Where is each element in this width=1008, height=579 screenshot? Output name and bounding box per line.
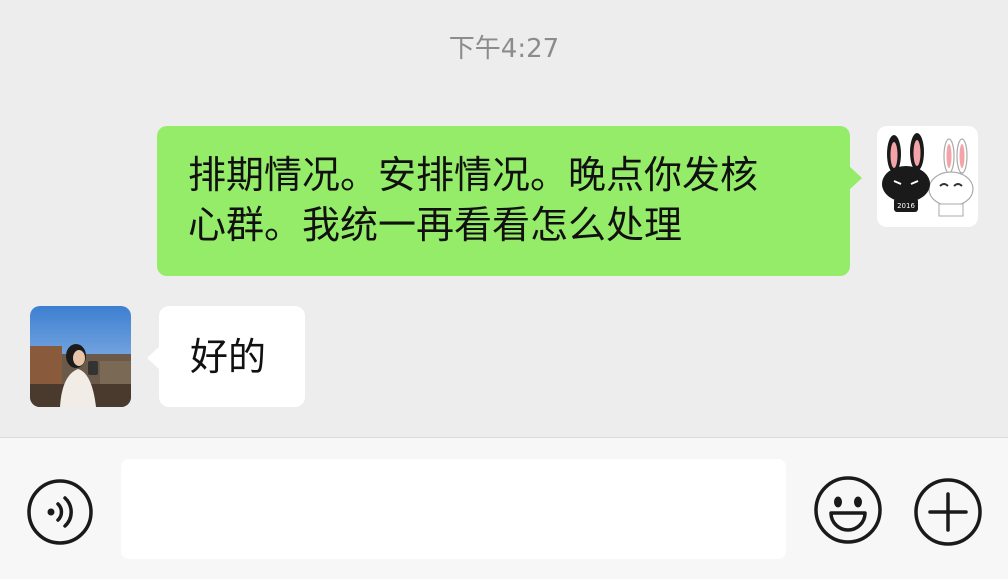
message-line: 好的 — [190, 335, 267, 379]
message-timestamp: 下午4:27 — [448, 34, 560, 64]
message-line: 心群。我统一再看看怎么处理 — [188, 203, 683, 247]
contact-photo-avatar-icon — [30, 306, 131, 407]
message-input-bar — [0, 437, 1008, 579]
smiley-face-icon — [814, 476, 882, 544]
emoji-button[interactable] — [813, 475, 883, 545]
chat-message-area: 下午4:27 排期情况。安排情况。晚点你发核 心群。我统一再看看怎么处理 201… — [0, 0, 1008, 437]
sticker-text: 2016 — [897, 202, 915, 210]
plus-circle-icon — [914, 478, 982, 546]
voice-input-button[interactable] — [26, 478, 94, 546]
message-line: 排期情况。安排情况。晚点你发核 — [188, 153, 759, 197]
voice-wave-icon — [27, 479, 93, 545]
contact-avatar[interactable] — [30, 306, 131, 407]
incoming-message-bubble[interactable]: 好的 — [147, 306, 305, 407]
outgoing-message-bubble[interactable]: 排期情况。安排情况。晚点你发核 心群。我统一再看看怎么处理 — [157, 126, 862, 276]
rabbit-sticker-avatar-icon: 2016 — [877, 126, 978, 227]
self-avatar[interactable]: 2016 — [877, 126, 978, 227]
message-text-input[interactable] — [121, 459, 786, 559]
more-actions-button[interactable] — [913, 477, 983, 547]
